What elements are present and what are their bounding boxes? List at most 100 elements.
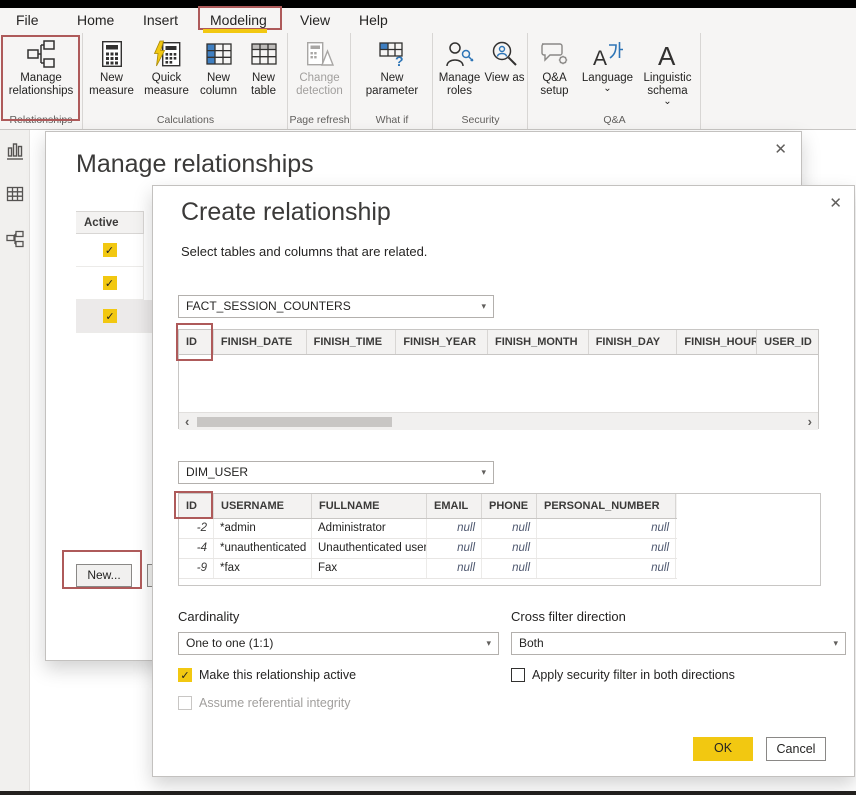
create-relationship-title: Create relationship: [181, 198, 391, 227]
title-bar: [0, 0, 856, 8]
cross-filter-label: Cross filter direction: [511, 609, 626, 624]
view-as-button[interactable]: View as: [484, 38, 526, 85]
group-label: What if: [352, 114, 432, 129]
cross-filter-select[interactable]: Both ▾: [511, 632, 846, 655]
button-label: New table: [242, 72, 286, 98]
new-column-button[interactable]: New column: [196, 38, 242, 98]
cell-phone: null: [482, 559, 537, 578]
data-view-icon[interactable]: [6, 185, 24, 203]
svg-text:A: A: [593, 47, 607, 68]
new-measure-icon: [100, 38, 124, 70]
tab-modeling[interactable]: Modeling: [210, 8, 267, 33]
table1-header-row: ID FINISH_DATE FINISH_TIME FINISH_YEAR F…: [179, 330, 818, 355]
column-header[interactable]: FINISH_DATE: [214, 330, 307, 354]
cardinality-select[interactable]: One to one (1:1) ▾: [178, 632, 499, 655]
table1-horizontal-scrollbar[interactable]: ‹ ›: [179, 412, 818, 430]
view-as-icon: [491, 38, 519, 70]
cell-fullname: Fax: [312, 559, 427, 578]
cell-id: -4: [179, 539, 214, 558]
menu-tab-row: File Home Insert Modeling View Help: [0, 8, 856, 33]
active-checkbox[interactable]: ✓: [103, 276, 117, 290]
cardinality-value: One to one (1:1): [186, 636, 273, 650]
cancel-button[interactable]: Cancel: [766, 737, 826, 761]
cell-phone: null: [482, 519, 537, 538]
column-header[interactable]: FINISH_TIME: [307, 330, 397, 354]
column-header[interactable]: PERSONAL_NUMBER: [537, 494, 676, 518]
ribbon-group-relationships: Manage relationships Relationships: [0, 33, 83, 129]
column-header[interactable]: FINISH_YEAR: [396, 330, 488, 354]
cell-email: null: [427, 559, 482, 578]
new-table-icon: [250, 38, 278, 70]
model-view-icon[interactable]: [6, 230, 24, 248]
close-icon[interactable]: ✕: [774, 140, 787, 158]
new-table-button[interactable]: New table: [242, 38, 286, 98]
relationship-row[interactable]: ✓: [76, 267, 144, 300]
active-checkbox[interactable]: ✓: [103, 309, 117, 323]
make-active-checkbox-row[interactable]: ✓ Make this relationship active: [178, 668, 356, 682]
manage-roles-button[interactable]: Manage roles: [436, 38, 484, 98]
change-detection-icon: [305, 38, 335, 70]
table-row[interactable]: -9 *fax Fax null null null: [179, 559, 677, 579]
qa-setup-icon: [540, 38, 570, 70]
column-header[interactable]: EMAIL: [427, 494, 482, 518]
ok-button[interactable]: OK: [693, 737, 753, 761]
column-header[interactable]: FINISH_DAY: [589, 330, 678, 354]
cardinality-label: Cardinality: [178, 609, 239, 624]
cell-phone: null: [482, 539, 537, 558]
button-label: View as: [484, 72, 524, 85]
new-parameter-icon: ?: [378, 38, 406, 70]
manage-relationships-title: Manage relationships: [76, 150, 314, 179]
tab-help[interactable]: Help: [359, 8, 388, 33]
table1-empty-body: [179, 355, 818, 412]
linguistic-schema-button[interactable]: A Linguistic schema ⌄: [637, 38, 699, 106]
ribbon-group-qa: Q&A setup A Language ⌄ A Linguistic sche…: [529, 33, 701, 129]
manage-relationships-icon: [26, 38, 56, 70]
scroll-left-icon[interactable]: ‹: [185, 413, 189, 430]
column-header[interactable]: FINISH_MONTH: [488, 330, 589, 354]
new-parameter-button[interactable]: ? New parameter: [359, 38, 425, 98]
active-checkbox[interactable]: ✓: [103, 243, 117, 257]
scrollbar-thumb[interactable]: [197, 417, 392, 427]
qa-setup-button[interactable]: Q&A setup: [531, 38, 579, 98]
tab-home[interactable]: Home: [77, 8, 114, 33]
manage-relationships-button[interactable]: Manage relationships: [1, 38, 81, 98]
language-button[interactable]: A Language ⌄: [579, 38, 637, 93]
checked-checkbox[interactable]: ✓: [178, 668, 192, 682]
dropdown-arrow-icon: ▾: [481, 296, 486, 317]
security-filter-checkbox-row[interactable]: Apply security filter in both directions: [511, 668, 735, 682]
table2-selected-value: DIM_USER: [186, 465, 248, 479]
column-header[interactable]: ID: [179, 494, 214, 518]
cell-id: -9: [179, 559, 214, 578]
table2-select[interactable]: DIM_USER ▾: [178, 461, 494, 484]
status-bar: [0, 791, 856, 795]
button-label: Quick measure: [138, 72, 196, 98]
column-header[interactable]: USERNAME: [214, 494, 312, 518]
button-label: New column: [196, 72, 242, 98]
tab-insert[interactable]: Insert: [143, 8, 178, 33]
ribbon-group-calculations: New measure Quick measure New column: [84, 33, 288, 129]
button-label: New parameter: [359, 72, 425, 98]
unchecked-checkbox[interactable]: [511, 668, 525, 682]
cell-username: *unauthenticated: [214, 539, 312, 558]
column-header[interactable]: USER_ID: [757, 330, 818, 354]
new-relationship-button[interactable]: New...: [76, 564, 132, 587]
column-header[interactable]: PHONE: [482, 494, 537, 518]
table2-preview: ID USERNAME FULLNAME EMAIL PHONE PERSONA…: [178, 493, 821, 586]
tab-view[interactable]: View: [300, 8, 330, 33]
table-row[interactable]: -2 *admin Administrator null null null: [179, 519, 677, 539]
column-header[interactable]: FINISH_HOUR: [677, 330, 757, 354]
scroll-right-icon[interactable]: ›: [808, 413, 812, 430]
column-header[interactable]: ID: [179, 330, 214, 354]
table-row[interactable]: -4 *unauthenticated Unauthenticated user…: [179, 539, 677, 559]
relationship-row[interactable]: ✓: [76, 234, 144, 267]
column-header[interactable]: FULLNAME: [312, 494, 427, 518]
close-icon[interactable]: ✕: [829, 194, 842, 212]
cell-personal-number: null: [537, 559, 676, 578]
table1-select[interactable]: FACT_SESSION_COUNTERS ▾: [178, 295, 494, 318]
table2-header-row: ID USERNAME FULLNAME EMAIL PHONE PERSONA…: [179, 494, 677, 519]
tab-file[interactable]: File: [16, 8, 39, 33]
cell-username: *admin: [214, 519, 312, 538]
new-measure-button[interactable]: New measure: [86, 38, 138, 98]
quick-measure-button[interactable]: Quick measure: [138, 38, 196, 98]
report-view-icon[interactable]: [6, 142, 24, 160]
